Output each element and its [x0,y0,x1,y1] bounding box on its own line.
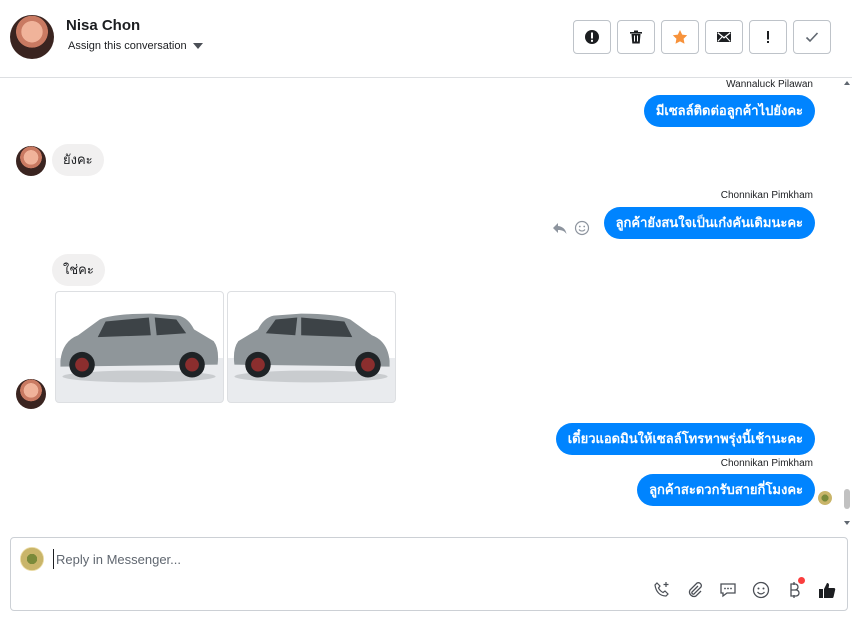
car-photo-2[interactable] [227,291,396,403]
scroll-down-icon[interactable] [844,521,850,525]
sender-name: Chonnikan Pimkham [720,458,813,469]
check-icon [805,32,819,43]
assign-conversation-dropdown[interactable]: Assign this conversation [68,40,203,52]
scroll-up-icon[interactable] [844,81,850,85]
conversation-header: Nisa Chon Assign this conversation [0,0,852,78]
follow-up-button[interactable] [661,20,699,54]
contact-avatar[interactable] [10,15,54,59]
mark-done-button[interactable] [793,20,831,54]
emoji-button[interactable] [751,580,771,600]
caret-down-icon [192,43,203,49]
outgoing-message[interactable]: เดี๋ยวแอดมินให้เซลล์โทรหาพรุ่งนี้เช้านะค… [555,423,815,455]
scroll-thumb[interactable] [844,489,850,509]
star-icon [672,30,688,44]
spam-icon [585,30,599,44]
outgoing-message[interactable]: มีเซลล์ติดต่อลูกค้าไปยังคะ [643,95,815,127]
sender-name: Wannaluck Pilawan [726,79,813,90]
reply-composer [10,537,848,611]
mail-icon [717,32,731,42]
like-button[interactable] [817,580,837,600]
page-avatar [20,547,44,571]
delete-button[interactable] [617,20,655,54]
composer-tools [652,577,837,600]
trash-icon [630,30,642,44]
car-image [233,313,390,383]
car-image [60,313,219,383]
conversation-actions [573,20,831,54]
contact-avatar-small[interactable] [16,379,46,409]
sender-name: Chonnikan Pimkham [720,190,813,201]
attach-button[interactable] [685,580,705,600]
call-button[interactable] [652,580,672,600]
thread-scrollbar[interactable] [842,79,852,527]
emoji-icon [752,581,770,599]
outgoing-message[interactable]: ลูกค้ายังสนใจเป็นเก๋งคันเดิมนะคะ [603,207,815,239]
emoji-reaction-icon[interactable] [574,220,590,236]
contact-avatar-small[interactable] [16,146,46,176]
incoming-message[interactable]: ยังคะ [52,144,104,176]
reply-icon[interactable] [552,220,568,236]
reply-input[interactable] [53,549,813,569]
car-photo-1[interactable] [55,291,224,403]
message-tools [552,220,590,236]
seen-indicator-avatar [818,491,832,505]
saved-reply-icon [720,583,736,598]
exclamation-icon [767,31,769,43]
saved-replies-button[interactable] [718,580,738,600]
message-thread[interactable]: Wannaluck Pilawan มีเซลล์ติดต่อลูกค้าไปย… [0,79,852,527]
contact-name[interactable]: Nisa Chon [66,17,140,34]
paperclip-icon [688,582,702,598]
assign-label: Assign this conversation [68,40,187,52]
priority-button[interactable] [749,20,787,54]
thumbs-up-icon [819,583,836,599]
notification-dot [798,577,805,584]
mark-unread-button[interactable] [705,20,743,54]
phone-add-icon [654,582,669,597]
spam-button[interactable] [573,20,611,54]
payment-button[interactable] [784,577,805,600]
incoming-message[interactable]: ใช่คะ [52,254,105,286]
outgoing-message[interactable]: ลูกค้าสะดวกรับสายกี่โมงคะ [637,474,815,506]
